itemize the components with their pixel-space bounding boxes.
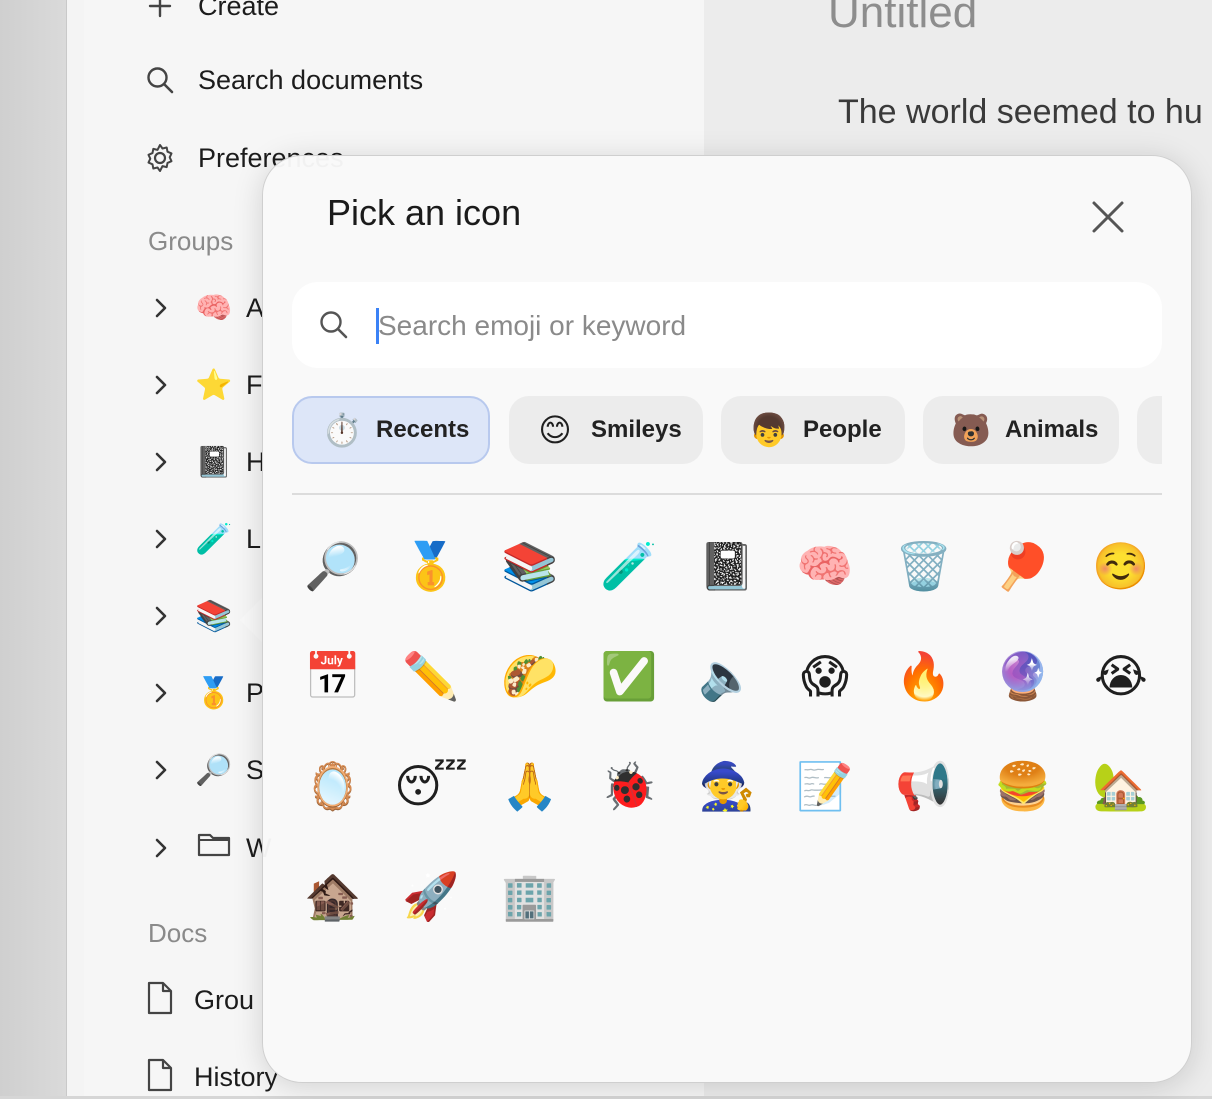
emoji-option[interactable]: 🔎 — [283, 516, 383, 616]
sidebar-group-item[interactable]: 🧠 A — [148, 286, 264, 330]
icon-picker-popover: Pick an icon ⏱️ Recents 😊 Smileys 👦 Peop… — [262, 155, 1192, 1083]
emoji-option[interactable]: 🌮 — [480, 626, 580, 726]
emoji-option[interactable]: 🧠 — [775, 516, 875, 616]
document-title[interactable]: Untitled — [828, 0, 977, 38]
emoji-option[interactable]: 🧪 — [579, 516, 679, 616]
emoji-search-box[interactable] — [292, 282, 1162, 368]
category-tabs: ⏱️ Recents 😊 Smileys 👦 People 🐻 Animals — [292, 396, 1162, 468]
emoji-option[interactable]: 🔥 — [874, 626, 974, 726]
stopwatch-icon: ⏱️ — [322, 411, 362, 449]
document-icon — [146, 1058, 174, 1097]
emoji-option[interactable]: 📢 — [874, 736, 974, 836]
emoji-option[interactable]: 🧙 — [677, 736, 777, 836]
emoji-option[interactable]: 🏡 — [1071, 736, 1171, 836]
emoji-option[interactable]: 🍔 — [973, 736, 1073, 836]
doc-item[interactable]: Grou — [146, 978, 254, 1022]
emoji-option[interactable]: 🥇 — [381, 516, 481, 616]
emoji-option[interactable]: 📓 — [677, 516, 777, 616]
plus-icon — [144, 0, 176, 22]
group-emoji-icon: 📓 — [195, 444, 233, 480]
emoji-option[interactable]: 😴 — [381, 736, 481, 836]
doc-item[interactable]: History — [146, 1055, 278, 1099]
search-icon — [318, 309, 350, 341]
emoji-option[interactable]: ✅ — [579, 626, 679, 726]
window-gutter — [0, 0, 66, 1096]
group-emoji-icon: ⭐ — [195, 367, 233, 403]
chevron-right-icon[interactable] — [148, 372, 174, 398]
sidebar-group-item[interactable]: 🥇 P — [148, 671, 264, 715]
tab-label: People — [803, 416, 882, 443]
chevron-right-icon[interactable] — [148, 295, 174, 321]
emoji-option[interactable]: 🏚️ — [283, 846, 383, 946]
document-icon — [146, 981, 174, 1020]
tab-label: Smileys — [591, 416, 682, 443]
create-button[interactable]: Create — [144, 0, 279, 26]
tab-label: Animals — [1005, 416, 1099, 443]
emoji-option[interactable]: 🔈 — [677, 626, 777, 726]
tab-smileys[interactable]: 😊 Smileys — [509, 396, 703, 464]
emoji-option[interactable]: 😭 — [1071, 626, 1171, 726]
chevron-right-icon[interactable] — [148, 757, 174, 783]
smiley-icon: 😊 — [538, 411, 572, 449]
search-documents-button[interactable]: Search documents — [144, 60, 423, 100]
emoji-option[interactable]: 🏓 — [973, 516, 1073, 616]
emoji-option[interactable]: 😱 — [775, 626, 875, 726]
sidebar-group-item[interactable]: 🔎 S — [148, 748, 264, 792]
tab-label: Recents — [376, 416, 470, 443]
close-button[interactable] — [1083, 192, 1133, 242]
emoji-option[interactable]: 🔮 — [973, 626, 1073, 726]
groups-section-label: Groups — [148, 226, 234, 256]
tab-animals[interactable]: 🐻 Animals — [923, 396, 1119, 464]
group-name: L — [246, 523, 262, 554]
emoji-option[interactable]: 🗑️ — [874, 516, 974, 616]
emoji-option[interactable]: 📅 — [283, 626, 383, 726]
gear-icon — [144, 142, 176, 174]
person-icon: 👦 — [749, 411, 789, 449]
tab-recents[interactable]: ⏱️ Recents — [292, 396, 490, 464]
docs-section-label: Docs — [148, 918, 208, 948]
emoji-search-input[interactable] — [376, 300, 1140, 352]
chevron-right-icon[interactable] — [148, 680, 174, 706]
popover-arrow — [240, 596, 264, 644]
sidebar-group-item[interactable]: 🧪 L — [148, 517, 261, 561]
emoji-option[interactable]: ☺️ — [1071, 516, 1171, 616]
group-emoji-icon: 🧠 — [195, 290, 233, 326]
group-name: F — [246, 369, 263, 400]
create-label: Create — [198, 0, 280, 21]
doc-name: Grou — [194, 984, 255, 1015]
emoji-option[interactable]: 🐞 — [579, 736, 679, 836]
tab-people[interactable]: 👦 People — [721, 396, 905, 464]
emoji-option[interactable]: 🚀 — [381, 846, 481, 946]
popover-title: Pick an icon — [327, 192, 522, 233]
tab-more[interactable] — [1137, 396, 1162, 464]
chevron-right-icon[interactable] — [148, 449, 174, 475]
group-emoji-icon: 🥇 — [195, 675, 233, 711]
emoji-option[interactable]: 🪞 — [283, 736, 383, 836]
group-emoji-icon: 🧪 — [195, 521, 233, 557]
sidebar-group-item[interactable]: W — [148, 826, 271, 870]
emoji-option[interactable]: ✏️ — [381, 626, 481, 726]
group-emoji-icon: 📚 — [195, 598, 233, 634]
emoji-option[interactable]: 🏢 — [480, 846, 580, 946]
doc-name: History — [194, 1061, 279, 1092]
bear-icon: 🐻 — [951, 411, 991, 449]
divider — [292, 493, 1162, 495]
sidebar-group-item[interactable]: ⭐ F — [148, 363, 263, 407]
chevron-right-icon[interactable] — [148, 526, 174, 552]
document-body[interactable]: The world seemed to hu — [838, 93, 1203, 132]
chevron-right-icon[interactable] — [148, 603, 174, 629]
sidebar-group-item[interactable]: 📚 — [148, 594, 246, 638]
sidebar-group-item[interactable]: 📓 H — [148, 440, 266, 484]
group-emoji-icon: 🔎 — [195, 752, 233, 788]
search-documents-label: Search documents — [198, 64, 424, 95]
search-icon — [144, 64, 176, 96]
close-icon — [1092, 201, 1124, 233]
folder-icon — [194, 830, 234, 866]
emoji-option[interactable]: 📝 — [775, 736, 875, 836]
chevron-right-icon[interactable] — [148, 835, 174, 861]
text-cursor — [376, 308, 379, 344]
emoji-option[interactable]: 🙏 — [480, 736, 580, 836]
emoji-option[interactable]: 📚 — [480, 516, 580, 616]
